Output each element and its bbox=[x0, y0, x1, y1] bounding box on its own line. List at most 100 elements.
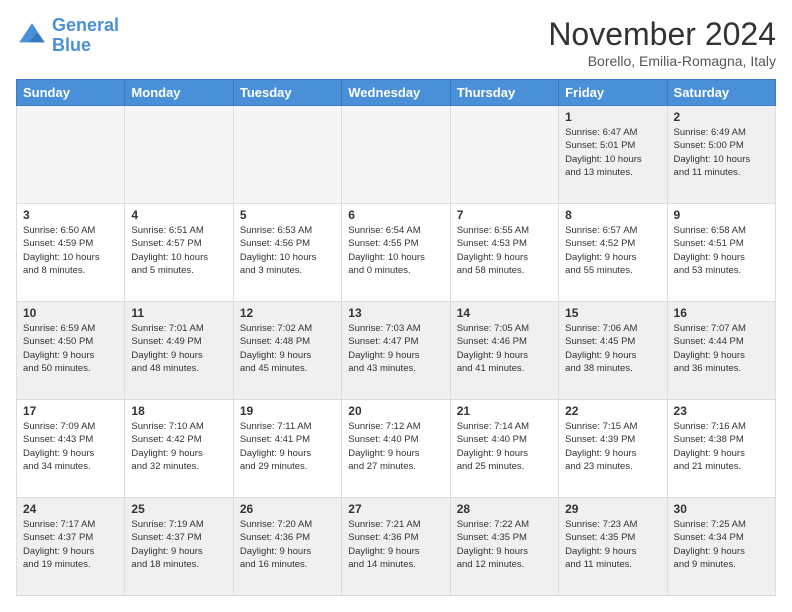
day-info: Sunrise: 7:07 AMSunset: 4:44 PMDaylight:… bbox=[674, 322, 769, 375]
logo-line1: General bbox=[52, 15, 119, 35]
day-number: 23 bbox=[674, 404, 769, 418]
calendar-cell-3-6: 23 Sunrise: 7:16 AMSunset: 4:38 PMDayligh… bbox=[667, 400, 775, 498]
day-info: Sunrise: 7:16 AMSunset: 4:38 PMDaylight:… bbox=[674, 420, 769, 473]
calendar-cell-1-4: 7 Sunrise: 6:55 AMSunset: 4:53 PMDaylight… bbox=[450, 204, 558, 302]
location-subtitle: Borello, Emilia-Romagna, Italy bbox=[548, 53, 776, 69]
day-number: 22 bbox=[565, 404, 660, 418]
day-info: Sunrise: 7:19 AMSunset: 4:37 PMDaylight:… bbox=[131, 518, 226, 571]
day-number: 17 bbox=[23, 404, 118, 418]
calendar-cell-0-6: 2 Sunrise: 6:49 AMSunset: 5:00 PMDaylight… bbox=[667, 106, 775, 204]
day-info: Sunrise: 6:55 AMSunset: 4:53 PMDaylight:… bbox=[457, 224, 552, 277]
day-number: 27 bbox=[348, 502, 443, 516]
header-wednesday: Wednesday bbox=[342, 80, 450, 106]
calendar-cell-2-6: 16 Sunrise: 7:07 AMSunset: 4:44 PMDayligh… bbox=[667, 302, 775, 400]
calendar-cell-1-2: 5 Sunrise: 6:53 AMSunset: 4:56 PMDaylight… bbox=[233, 204, 341, 302]
week-row-3: 17 Sunrise: 7:09 AMSunset: 4:43 PMDayligh… bbox=[17, 400, 776, 498]
day-info: Sunrise: 6:59 AMSunset: 4:50 PMDaylight:… bbox=[23, 322, 118, 375]
header-friday: Friday bbox=[559, 80, 667, 106]
calendar-cell-0-1 bbox=[125, 106, 233, 204]
day-info: Sunrise: 7:09 AMSunset: 4:43 PMDaylight:… bbox=[23, 420, 118, 473]
day-info: Sunrise: 7:20 AMSunset: 4:36 PMDaylight:… bbox=[240, 518, 335, 571]
day-number: 25 bbox=[131, 502, 226, 516]
day-number: 10 bbox=[23, 306, 118, 320]
day-number: 1 bbox=[565, 110, 660, 124]
day-info: Sunrise: 7:21 AMSunset: 4:36 PMDaylight:… bbox=[348, 518, 443, 571]
day-info: Sunrise: 6:47 AMSunset: 5:01 PMDaylight:… bbox=[565, 126, 660, 179]
day-number: 29 bbox=[565, 502, 660, 516]
month-title: November 2024 bbox=[548, 16, 776, 53]
day-number: 21 bbox=[457, 404, 552, 418]
calendar-cell-1-6: 9Sunrise: 6:58 AMSunset: 4:51 PMDaylight… bbox=[667, 204, 775, 302]
day-info: Sunrise: 7:25 AMSunset: 4:34 PMDaylight:… bbox=[674, 518, 769, 571]
day-number: 28 bbox=[457, 502, 552, 516]
calendar-cell-4-4: 28 Sunrise: 7:22 AMSunset: 4:35 PMDayligh… bbox=[450, 498, 558, 596]
day-number: 3 bbox=[23, 208, 118, 222]
day-info: Sunrise: 6:51 AMSunset: 4:57 PMDaylight:… bbox=[131, 224, 226, 277]
day-info: Sunrise: 7:05 AMSunset: 4:46 PMDaylight:… bbox=[457, 322, 552, 375]
day-info: Sunrise: 6:53 AMSunset: 4:56 PMDaylight:… bbox=[240, 224, 335, 277]
calendar-cell-2-3: 13Sunrise: 7:03 AMSunset: 4:47 PMDayligh… bbox=[342, 302, 450, 400]
calendar-cell-0-4 bbox=[450, 106, 558, 204]
calendar-cell-4-5: 29 Sunrise: 7:23 AMSunset: 4:35 PMDayligh… bbox=[559, 498, 667, 596]
day-number: 6 bbox=[348, 208, 443, 222]
week-row-4: 24Sunrise: 7:17 AMSunset: 4:37 PMDayligh… bbox=[17, 498, 776, 596]
calendar-cell-3-1: 18Sunrise: 7:10 AMSunset: 4:42 PMDayligh… bbox=[125, 400, 233, 498]
week-row-1: 3 Sunrise: 6:50 AMSunset: 4:59 PMDaylight… bbox=[17, 204, 776, 302]
day-number: 20 bbox=[348, 404, 443, 418]
day-info: Sunrise: 7:02 AMSunset: 4:48 PMDaylight:… bbox=[240, 322, 335, 375]
header-tuesday: Tuesday bbox=[233, 80, 341, 106]
day-number: 4 bbox=[131, 208, 226, 222]
calendar-cell-2-4: 14 Sunrise: 7:05 AMSunset: 4:46 PMDayligh… bbox=[450, 302, 558, 400]
day-info: Sunrise: 7:11 AMSunset: 4:41 PMDaylight:… bbox=[240, 420, 335, 473]
week-row-0: 1 Sunrise: 6:47 AMSunset: 5:01 PMDaylight… bbox=[17, 106, 776, 204]
day-number: 14 bbox=[457, 306, 552, 320]
day-info: Sunrise: 7:15 AMSunset: 4:39 PMDaylight:… bbox=[565, 420, 660, 473]
calendar-cell-4-6: 30Sunrise: 7:25 AMSunset: 4:34 PMDayligh… bbox=[667, 498, 775, 596]
day-number: 5 bbox=[240, 208, 335, 222]
day-info: Sunrise: 7:14 AMSunset: 4:40 PMDaylight:… bbox=[457, 420, 552, 473]
calendar-cell-2-5: 15Sunrise: 7:06 AMSunset: 4:45 PMDayligh… bbox=[559, 302, 667, 400]
header: General Blue November 2024 Borello, Emil… bbox=[16, 16, 776, 69]
day-info: Sunrise: 7:23 AMSunset: 4:35 PMDaylight:… bbox=[565, 518, 660, 571]
day-number: 19 bbox=[240, 404, 335, 418]
day-info: Sunrise: 6:49 AMSunset: 5:00 PMDaylight:… bbox=[674, 126, 769, 179]
calendar-cell-1-5: 8Sunrise: 6:57 AMSunset: 4:52 PMDaylight… bbox=[559, 204, 667, 302]
calendar-cell-3-0: 17 Sunrise: 7:09 AMSunset: 4:43 PMDayligh… bbox=[17, 400, 125, 498]
calendar-cell-4-0: 24Sunrise: 7:17 AMSunset: 4:37 PMDayligh… bbox=[17, 498, 125, 596]
calendar-cell-4-3: 27 Sunrise: 7:21 AMSunset: 4:36 PMDayligh… bbox=[342, 498, 450, 596]
header-sunday: Sunday bbox=[17, 80, 125, 106]
calendar-cell-3-5: 22 Sunrise: 7:15 AMSunset: 4:39 PMDayligh… bbox=[559, 400, 667, 498]
header-saturday: Saturday bbox=[667, 80, 775, 106]
calendar-cell-2-1: 11 Sunrise: 7:01 AMSunset: 4:49 PMDayligh… bbox=[125, 302, 233, 400]
day-info: Sunrise: 6:58 AMSunset: 4:51 PMDaylight:… bbox=[674, 224, 769, 277]
day-info: Sunrise: 7:22 AMSunset: 4:35 PMDaylight:… bbox=[457, 518, 552, 571]
calendar-cell-4-1: 25 Sunrise: 7:19 AMSunset: 4:37 PMDayligh… bbox=[125, 498, 233, 596]
header-monday: Monday bbox=[125, 80, 233, 106]
header-thursday: Thursday bbox=[450, 80, 558, 106]
day-number: 7 bbox=[457, 208, 552, 222]
day-number: 16 bbox=[674, 306, 769, 320]
calendar-cell-0-0 bbox=[17, 106, 125, 204]
day-info: Sunrise: 6:54 AMSunset: 4:55 PMDaylight:… bbox=[348, 224, 443, 277]
day-number: 26 bbox=[240, 502, 335, 516]
day-number: 2 bbox=[674, 110, 769, 124]
calendar-cell-1-0: 3 Sunrise: 6:50 AMSunset: 4:59 PMDaylight… bbox=[17, 204, 125, 302]
day-info: Sunrise: 6:50 AMSunset: 4:59 PMDaylight:… bbox=[23, 224, 118, 277]
day-info: Sunrise: 7:01 AMSunset: 4:49 PMDaylight:… bbox=[131, 322, 226, 375]
day-info: Sunrise: 7:10 AMSunset: 4:42 PMDaylight:… bbox=[131, 420, 226, 473]
calendar-cell-0-3 bbox=[342, 106, 450, 204]
day-number: 13 bbox=[348, 306, 443, 320]
page: General Blue November 2024 Borello, Emil… bbox=[0, 0, 792, 612]
day-info: Sunrise: 7:12 AMSunset: 4:40 PMDaylight:… bbox=[348, 420, 443, 473]
calendar-cell-0-5: 1 Sunrise: 6:47 AMSunset: 5:01 PMDaylight… bbox=[559, 106, 667, 204]
calendar-cell-2-2: 12 Sunrise: 7:02 AMSunset: 4:48 PMDayligh… bbox=[233, 302, 341, 400]
calendar-cell-1-1: 4 Sunrise: 6:51 AMSunset: 4:57 PMDaylight… bbox=[125, 204, 233, 302]
day-number: 12 bbox=[240, 306, 335, 320]
calendar-cell-2-0: 10 Sunrise: 6:59 AMSunset: 4:50 PMDayligh… bbox=[17, 302, 125, 400]
day-info: Sunrise: 6:57 AMSunset: 4:52 PMDaylight:… bbox=[565, 224, 660, 277]
calendar-cell-3-4: 21 Sunrise: 7:14 AMSunset: 4:40 PMDayligh… bbox=[450, 400, 558, 498]
title-block: November 2024 Borello, Emilia-Romagna, I… bbox=[548, 16, 776, 69]
logo-icon bbox=[16, 20, 48, 52]
calendar-cell-4-2: 26 Sunrise: 7:20 AMSunset: 4:36 PMDayligh… bbox=[233, 498, 341, 596]
day-number: 11 bbox=[131, 306, 226, 320]
